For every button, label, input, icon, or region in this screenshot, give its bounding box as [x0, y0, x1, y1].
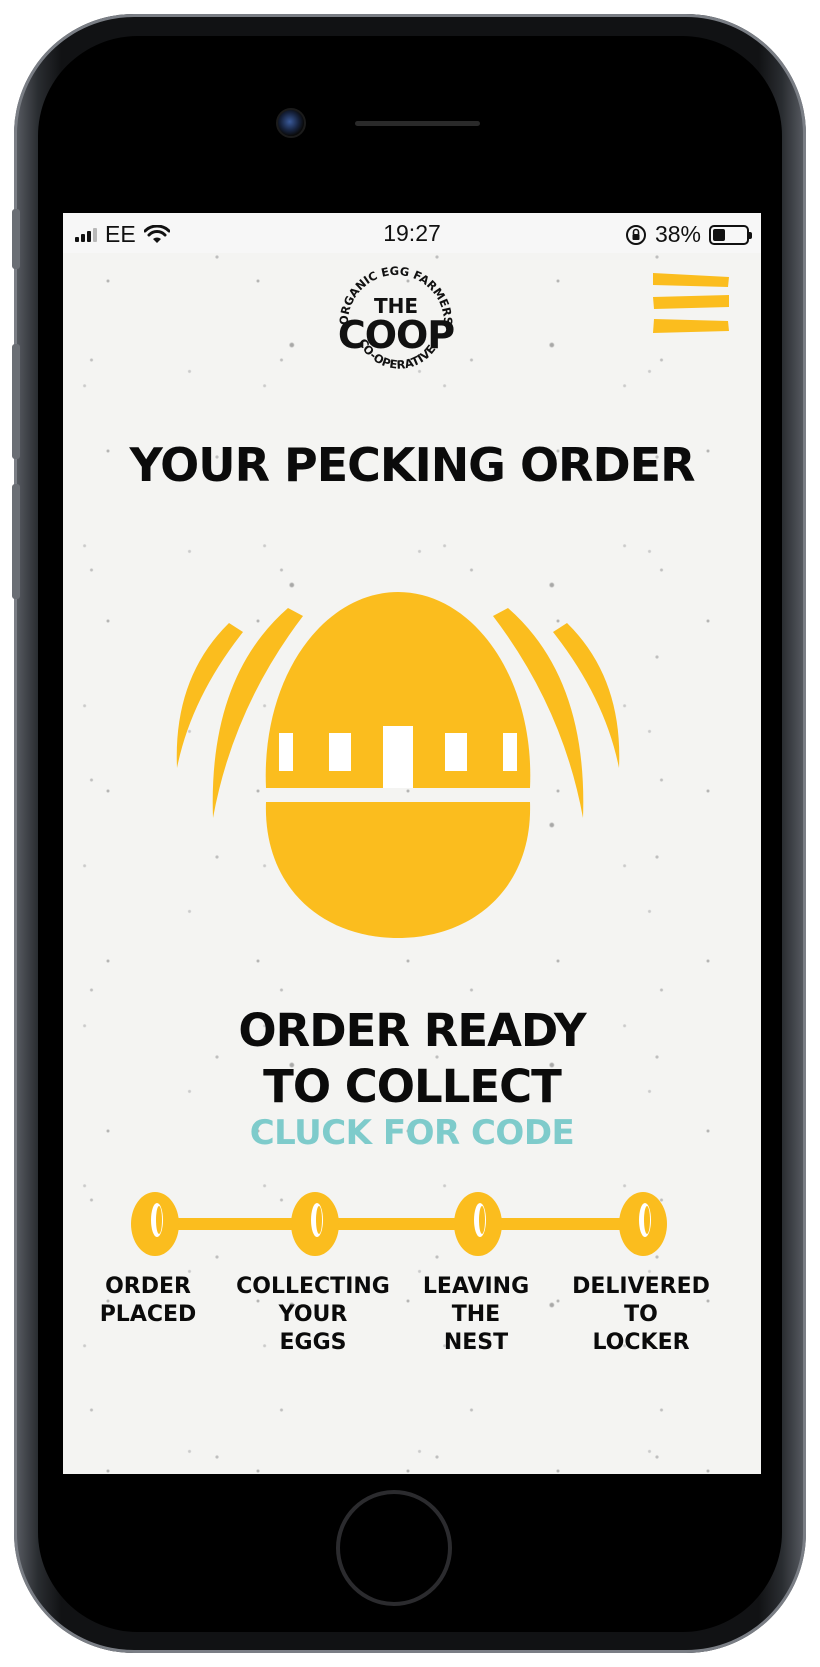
rotation-lock-icon: [625, 224, 646, 245]
egg-bottom-half: [265, 802, 531, 938]
volume-down-button: [12, 484, 20, 599]
step-label-line: THE: [451, 1302, 501, 1327]
egg-timer-illustration: [176, 592, 620, 938]
step-label-line: ORDER: [105, 1274, 191, 1299]
step-label-line: LOCKER: [592, 1330, 690, 1355]
progress-step-egg-4: [619, 1192, 667, 1256]
progress-step-label-1: ORDER PLACED: [68, 1273, 228, 1329]
order-status-line-2: TO COLLECT: [263, 1060, 562, 1113]
page-title: YOUR PECKING ORDER: [129, 438, 695, 492]
step-label-line: EGGS: [279, 1330, 347, 1355]
step-label-line: PLACED: [99, 1302, 197, 1327]
home-button[interactable]: [336, 1490, 452, 1606]
step-label-line: YOUR: [278, 1302, 348, 1327]
order-status: ORDER READY TO COLLECT: [63, 1003, 761, 1115]
coop-logo[interactable]: ORGANIC EGG FARMERS THE COOP CO-OPERATIV…: [326, 253, 466, 393]
order-status-line-1: ORDER READY: [238, 1004, 586, 1057]
status-bar-right: 38%: [625, 221, 752, 248]
progress-track: [146, 1218, 646, 1230]
earpiece-speaker: [355, 121, 480, 126]
hamburger-menu-icon[interactable]: [651, 271, 731, 335]
battery-fill: [713, 228, 726, 241]
front-camera: [276, 108, 306, 138]
progress-step-label-3: LEAVING THE NEST: [396, 1273, 556, 1357]
cluck-for-code-link[interactable]: CLUCK FOR CODE: [63, 1113, 761, 1153]
progress-steps: ORDER PLACED COLLECTING YOUR EGGS LEAVING THE N…: [63, 1273, 761, 1373]
progress-tracker: [131, 1192, 667, 1256]
status-bar: EE 19:27 38%: [63, 213, 761, 253]
app-screen: EE 19:27 38% ORGANIC EGG FARMERS THE COO…: [63, 213, 761, 1474]
progress-step-label-4: DELIVERED TO LOCKER: [561, 1273, 721, 1357]
step-label-line: TO: [624, 1302, 658, 1327]
step-label-line: DELIVERED: [572, 1274, 710, 1299]
step-label-line: COLLECTING: [236, 1274, 390, 1299]
mute-switch: [12, 209, 20, 269]
progress-step-label-2: COLLECTING YOUR EGGS: [233, 1273, 393, 1357]
progress-step-egg-1: [131, 1192, 179, 1256]
progress-step-egg-3: [454, 1192, 502, 1256]
step-label-line: LEAVING: [422, 1274, 530, 1299]
battery-icon: [709, 224, 752, 245]
battery-percent: 38%: [654, 221, 701, 247]
progress-step-egg-2: [291, 1192, 339, 1256]
step-label-line: NEST: [443, 1330, 509, 1355]
volume-up-button: [12, 344, 20, 459]
